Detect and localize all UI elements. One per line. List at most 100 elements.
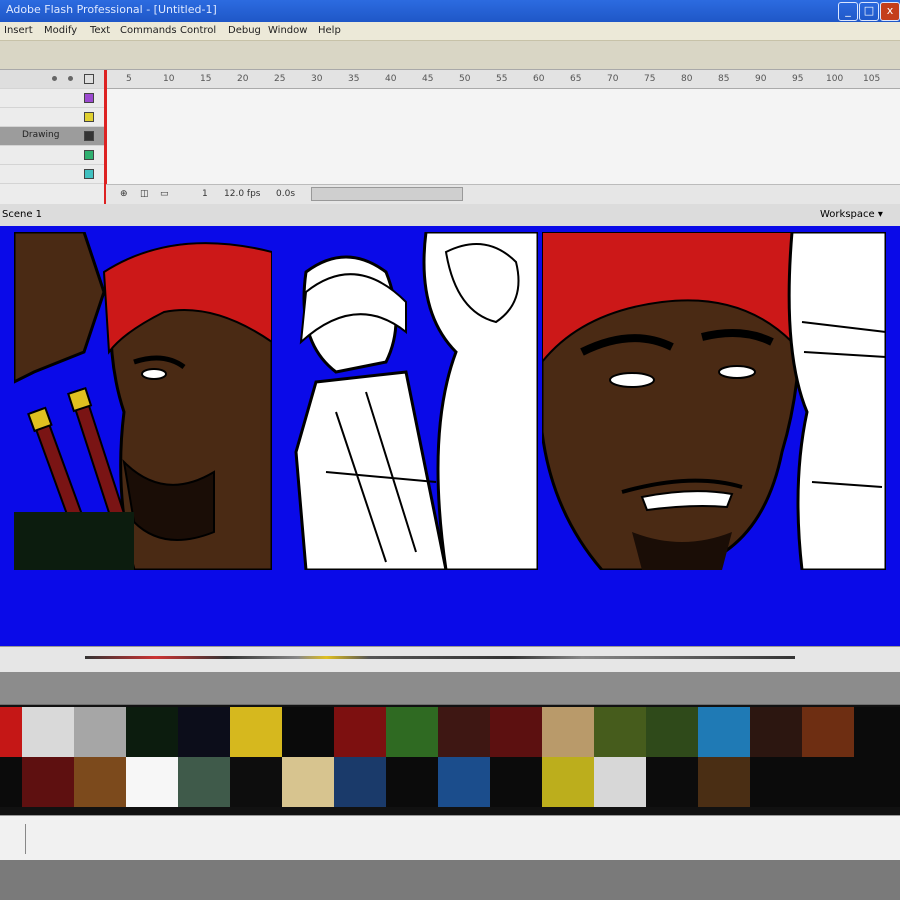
center-frame-icon[interactable]: ⊕ [120, 189, 128, 199]
character-illustration [14, 232, 272, 570]
stage-canvas[interactable] [0, 226, 900, 857]
scene-label[interactable]: Scene 1 [2, 209, 42, 220]
color-swatch[interactable] [542, 707, 594, 757]
title-bar: Adobe Flash Professional - [Untitled-1] … [0, 0, 900, 22]
outline-icon[interactable] [84, 74, 94, 84]
color-swatch[interactable] [178, 757, 230, 807]
menu-window[interactable]: Window [268, 25, 307, 36]
swatch-strip[interactable] [85, 656, 795, 659]
panel-divider [0, 672, 900, 704]
ruler-tick-label: 80 [681, 74, 693, 84]
window-title: Adobe Flash Professional - [Untitled-1] [6, 3, 217, 16]
color-swatches-panel [0, 705, 900, 815]
layer-list: Drawing [0, 70, 106, 205]
timeline-scrollbar[interactable] [311, 187, 463, 201]
comic-panel-1 [14, 232, 272, 570]
color-swatch[interactable] [646, 757, 698, 807]
ruler-tick-label: 15 [200, 74, 212, 84]
color-swatch[interactable] [698, 707, 750, 757]
ruler-tick-label: 75 [644, 74, 656, 84]
ruler-tick-label: 10 [163, 74, 175, 84]
layer-header [0, 70, 105, 89]
color-swatch[interactable] [646, 707, 698, 757]
color-swatch[interactable] [230, 757, 282, 807]
layer-color-icon [84, 169, 94, 179]
menu-help[interactable]: Help [318, 25, 341, 36]
ruler-tick-label: 95 [792, 74, 804, 84]
color-swatch[interactable] [386, 707, 438, 757]
ruler-tick-label: 5 [126, 74, 132, 84]
current-frame: 1 [202, 189, 208, 199]
frame-rate[interactable]: 12.0 fps [224, 189, 260, 199]
layer-color-icon [84, 93, 94, 103]
color-swatch[interactable] [334, 707, 386, 757]
color-swatch[interactable] [126, 757, 178, 807]
color-swatch[interactable] [490, 707, 542, 757]
ruler-tick-label: 60 [533, 74, 545, 84]
layer-color-icon [84, 112, 94, 122]
color-swatch[interactable] [854, 757, 900, 807]
comic-panel-3 [542, 232, 886, 570]
maximize-button[interactable]: □ [859, 2, 879, 21]
onion-skin-icon[interactable]: ◫ [140, 189, 149, 199]
eye-icon[interactable] [52, 76, 57, 81]
ruler-tick-label: 100 [826, 74, 844, 84]
color-swatch[interactable] [698, 757, 750, 807]
layer-row[interactable] [0, 146, 105, 165]
color-swatch[interactable] [802, 707, 854, 757]
layer-row[interactable] [0, 89, 105, 108]
menu-modify[interactable]: Modify [44, 25, 77, 36]
color-swatch[interactable] [22, 707, 74, 757]
menu-text[interactable]: Text [90, 25, 110, 36]
color-swatch[interactable] [74, 757, 126, 807]
color-swatch[interactable] [542, 757, 594, 807]
color-swatch[interactable] [334, 757, 386, 807]
timeline-status-bar: ⊕ ◫ ▭ 1 12.0 fps 0.0s [106, 184, 900, 205]
workspace-dropdown[interactable]: Workspace ▾ [820, 209, 883, 220]
layer-row[interactable] [0, 108, 105, 127]
menu-insert[interactable]: Insert [4, 25, 33, 36]
ruler-tick-label: 65 [570, 74, 582, 84]
properties-divider [25, 824, 26, 854]
color-swatch[interactable] [750, 757, 802, 807]
color-swatch[interactable] [22, 757, 74, 807]
color-swatch[interactable] [0, 707, 22, 757]
layer-row-selected[interactable]: Drawing [0, 127, 105, 146]
color-swatch[interactable] [282, 707, 334, 757]
color-swatch[interactable] [438, 757, 490, 807]
menu-debug[interactable]: Debug [228, 25, 261, 36]
color-swatch[interactable] [594, 707, 646, 757]
ruler-tick-label: 30 [311, 74, 323, 84]
ruler-tick-label: 35 [348, 74, 360, 84]
lock-icon[interactable] [68, 76, 73, 81]
color-swatch[interactable] [750, 707, 802, 757]
color-swatch[interactable] [230, 707, 282, 757]
color-swatch[interactable] [0, 757, 22, 807]
color-swatch[interactable] [490, 757, 542, 807]
color-swatch[interactable] [74, 707, 126, 757]
color-swatch[interactable] [282, 757, 334, 807]
elapsed-time: 0.0s [276, 189, 296, 199]
close-button[interactable]: x [880, 2, 900, 21]
layer-row[interactable] [0, 165, 105, 184]
ruler-tick-label: 45 [422, 74, 434, 84]
color-swatch[interactable] [802, 757, 854, 807]
minimize-button[interactable]: _ [838, 2, 858, 21]
properties-panel [0, 815, 900, 861]
bottom-area [0, 860, 900, 900]
onion-outline-icon[interactable]: ▭ [160, 189, 169, 199]
color-swatch[interactable] [854, 707, 900, 757]
character-closeup [542, 232, 886, 570]
color-swatch[interactable] [594, 757, 646, 807]
color-swatch[interactable] [386, 757, 438, 807]
menu-control[interactable]: Control [180, 25, 216, 36]
color-swatch[interactable] [126, 707, 178, 757]
color-swatch[interactable] [178, 707, 230, 757]
frame-ruler[interactable]: 5 10 15 20 25 30 35 40 45 50 55 60 65 70… [106, 70, 900, 89]
ruler-tick-label: 70 [607, 74, 619, 84]
character-lineart [294, 232, 538, 570]
menu-commands[interactable]: Commands [120, 25, 177, 36]
ruler-tick-label: 50 [459, 74, 471, 84]
color-swatch[interactable] [438, 707, 490, 757]
comic-panel-2 [276, 232, 538, 570]
